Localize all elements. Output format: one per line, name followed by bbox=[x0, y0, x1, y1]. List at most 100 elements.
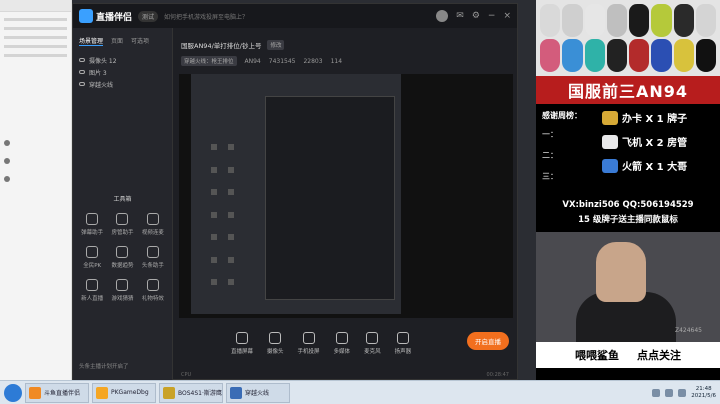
app-logo-icon bbox=[79, 9, 93, 23]
tray-icon[interactable] bbox=[652, 388, 661, 397]
tab-options[interactable]: 可选项 bbox=[131, 36, 149, 46]
tool-room-admin[interactable]: 房管助手 bbox=[107, 213, 137, 236]
version-badge[interactable]: 测试 bbox=[138, 10, 159, 22]
microphone-icon bbox=[366, 332, 379, 344]
tool-data-trend[interactable]: 数据趋势 bbox=[107, 246, 137, 269]
notice-link[interactable]: 如何把手机游戏投屏至电脑上？ bbox=[164, 12, 248, 21]
browser-tabbar bbox=[0, 0, 71, 12]
star-icon bbox=[86, 279, 99, 291]
contact-line: VX:binzi506 QQ:506194529 bbox=[562, 199, 694, 210]
room-name: AN94 bbox=[244, 57, 261, 65]
sidebar: 场景管理 页面 可选项 摄像头 12 图片 3 穿越火线 工具箱 弹幕助手 房管… bbox=[73, 28, 173, 380]
bullet-icon bbox=[4, 158, 10, 164]
tool-gift-effects[interactable]: 礼物特效 bbox=[138, 279, 168, 302]
app-icon bbox=[96, 386, 108, 399]
pk-icon bbox=[86, 246, 99, 258]
preview-nested-window bbox=[265, 96, 395, 300]
bullet-icon bbox=[4, 176, 10, 182]
tray-icon[interactable] bbox=[665, 388, 674, 397]
stat-online: 114 bbox=[330, 57, 343, 65]
phone-cast-button[interactable]: 手机投屏 bbox=[298, 332, 320, 355]
source-list: 摄像头 12 图片 3 穿越火线 bbox=[73, 50, 172, 94]
source-item[interactable]: 摄像头 12 bbox=[79, 54, 166, 66]
speaker-icon bbox=[396, 332, 409, 344]
preview-overlay-mirror bbox=[405, 74, 513, 314]
sidebar-tip[interactable]: 头条主播计划开启了 bbox=[79, 362, 129, 370]
chat-icon bbox=[86, 213, 99, 225]
streaming-app-window: 直播伴侣 测试 如何把手机游戏投屏至电脑上？ ✉ ⚙ − × 场景管理 页面 可… bbox=[72, 3, 518, 380]
video-icon bbox=[146, 213, 159, 225]
source-item[interactable]: 图片 3 bbox=[79, 66, 166, 78]
minimize-icon[interactable]: − bbox=[488, 11, 496, 21]
background-browser-window bbox=[0, 0, 72, 380]
camera-icon bbox=[269, 332, 282, 344]
gift-icon bbox=[146, 279, 159, 291]
camera-button[interactable]: 摄像头 bbox=[267, 332, 284, 355]
app-icon bbox=[230, 386, 242, 399]
taskbar-item[interactable]: PKGameDbg bbox=[92, 382, 156, 403]
settings-icon[interactable]: ⚙ bbox=[472, 11, 480, 21]
app-icon bbox=[29, 386, 41, 399]
preview-icon-grid bbox=[211, 144, 237, 294]
room-info-row: 穿越火线：枪王排位 AN94 7431545 22803 114 bbox=[173, 53, 517, 69]
toolbox-grid: 弹幕助手 房管助手 视频连麦 全民PK 数据趋势 头条助手 新人直播 游戏猜猜 … bbox=[73, 203, 172, 302]
mail-icon[interactable]: ✉ bbox=[456, 11, 464, 21]
live-timer: 00:28:47 bbox=[486, 372, 509, 378]
screen-capture-button[interactable]: 直播屏幕 bbox=[231, 332, 253, 355]
overlay-caption: 喂喂鲨鱼 点点关注 bbox=[536, 342, 720, 368]
eye-icon[interactable] bbox=[79, 58, 85, 62]
gift-row: 火箭 X 1 大哥 bbox=[602, 158, 687, 173]
room-title: 国服AN94/单打排位/钞上号 bbox=[181, 42, 262, 50]
edit-room-button[interactable]: 修改 bbox=[267, 40, 285, 50]
desktop: 直播伴侣 测试 如何把手机游戏投屏至电脑上？ ✉ ⚙ − × 场景管理 页面 可… bbox=[0, 0, 720, 404]
close-icon[interactable]: × bbox=[503, 11, 511, 21]
start-button[interactable] bbox=[4, 383, 22, 402]
user-icon bbox=[116, 213, 129, 225]
media-icon bbox=[335, 332, 348, 344]
caption-left: 喂喂鲨鱼 bbox=[575, 349, 619, 362]
taskbar-item[interactable]: 穿越火线 bbox=[226, 382, 290, 403]
taskbar-item[interactable]: 斗鱼直播伴侣 bbox=[25, 382, 89, 403]
monitor-icon bbox=[236, 332, 248, 344]
weekly-ranking: 感谢周榜： 一： 二： 三： 办卡 X 1 牌子 飞机 X 2 房管 火箭 X … bbox=[536, 104, 720, 192]
source-item[interactable]: 穿越火线 bbox=[79, 78, 166, 90]
windows-taskbar: 斗鱼直播伴侣 PKGameDbg BOS4S1·斯游鹰 穿越火线 21:48 2… bbox=[0, 380, 720, 404]
stream-preview[interactable] bbox=[179, 74, 513, 318]
tool-pk[interactable]: 全民PK bbox=[77, 246, 107, 269]
clock-date: 2021/5/6 bbox=[691, 392, 716, 399]
multimedia-button[interactable]: 多媒体 bbox=[334, 332, 350, 355]
eye-icon[interactable] bbox=[79, 82, 85, 86]
status-bar: CPU 00:28:47 bbox=[181, 372, 509, 378]
system-clock[interactable]: 21:48 2021/5/6 bbox=[691, 386, 716, 399]
app-titlebar: 直播伴侣 测试 如何把手机游戏投屏至电脑上？ ✉ ⚙ − × bbox=[73, 4, 517, 28]
chart-icon bbox=[116, 246, 129, 258]
microphone-button[interactable]: 麦克风 bbox=[364, 332, 381, 355]
tab-scene[interactable]: 场景管理 bbox=[79, 36, 104, 46]
sidebar-tabs: 场景管理 页面 可选项 bbox=[73, 28, 172, 50]
app-icon bbox=[163, 386, 175, 399]
gift-row: 飞机 X 2 房管 bbox=[602, 134, 687, 149]
game-category[interactable]: 穿越火线：枪王排位 bbox=[181, 56, 237, 66]
volume-icon[interactable] bbox=[678, 388, 687, 397]
app-name: 直播伴侣 bbox=[96, 12, 133, 23]
tool-guess[interactable]: 游戏猜猜 bbox=[107, 279, 137, 302]
user-avatar[interactable] bbox=[436, 10, 449, 22]
contact-info: VX:binzi506 QQ:506194529 15 级牌子送主播同款鼠标 bbox=[536, 192, 720, 232]
taskbar-item[interactable]: BOS4S1·斯游鹰 bbox=[159, 382, 223, 403]
toolbox-title: 工具箱 bbox=[113, 196, 132, 203]
stream-overlay-panel: 国服前三AN94 感谢周榜： 一： 二： 三： 办卡 X 1 牌子 飞机 X 2… bbox=[536, 0, 720, 380]
tool-danmaku[interactable]: 弹幕助手 bbox=[77, 213, 107, 236]
preview-screen-capture bbox=[191, 74, 401, 314]
tool-video-link[interactable]: 视频连麦 bbox=[138, 213, 168, 236]
main-panel: 国服AN94/单打排位/钞上号 修改 穿越火线：枪王排位 AN94 743154… bbox=[173, 28, 517, 380]
tab-page[interactable]: 页面 bbox=[111, 36, 123, 46]
clock-time: 21:48 bbox=[695, 385, 712, 392]
plane-icon bbox=[602, 134, 618, 149]
stat-hot: 22803 bbox=[303, 57, 323, 65]
tool-headline[interactable]: 头条助手 bbox=[138, 246, 168, 269]
bottom-toolbar: 直播屏幕 摄像头 手机投屏 多媒体 麦克风 扬声器 开启直播 CPU 00:28… bbox=[173, 322, 517, 380]
start-live-button[interactable]: 开启直播 bbox=[467, 332, 509, 350]
eye-icon[interactable] bbox=[79, 70, 85, 74]
speaker-button[interactable]: 扬声器 bbox=[395, 332, 411, 355]
tool-newbie[interactable]: 新人直播 bbox=[77, 279, 107, 302]
